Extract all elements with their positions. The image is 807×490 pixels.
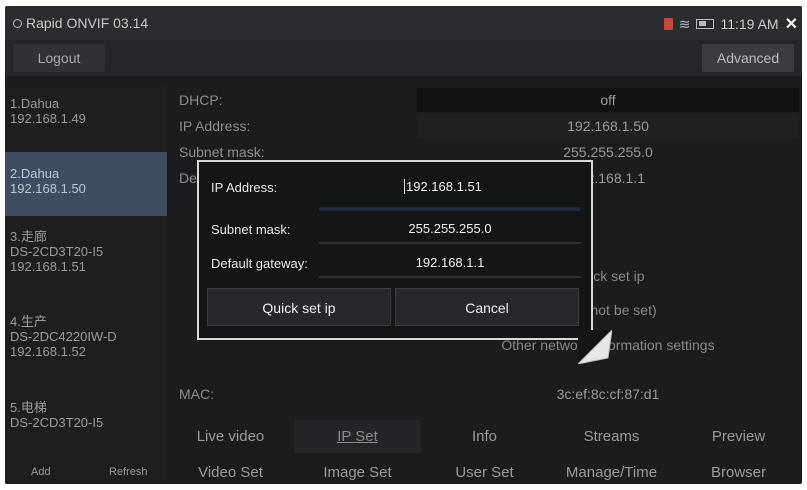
dialog-ip-input[interactable]: 192.168.1.51 [404,179,662,194]
status-bar: Rapid ONVIF 03.14 ≋ 11:19 AM ✕ [5,6,802,40]
device-ip: 192.168.1.52 [10,344,86,359]
dhcp-row: DHCP: off [167,88,802,112]
subnet-label: Subnet mask: [179,144,265,160]
device-item-5[interactable]: 5.电梯 DS-2CD3T20-I5 [5,400,167,430]
tab-ip-set[interactable]: IP Set [294,420,421,453]
app-logo-icon [13,19,22,28]
advanced-button[interactable]: Advanced [702,44,794,72]
tab-streams[interactable]: Streams [548,420,675,453]
function-tabs: Live video IP Set Info Streams Preview V… [167,414,802,484]
dialog-ip-row: IP Address: 192.168.1.51 [199,170,591,211]
mac-value: 3c:ef:8c:cf:87:d1 [556,386,660,402]
device-name: 5.电梯 [10,400,47,415]
ip-address-value[interactable]: 192.168.1.50 [417,114,799,138]
tab-browser[interactable]: Browser [675,456,802,484]
device-ip: 192.168.1.50 [10,181,86,196]
dialog-quick-set-ip-button[interactable]: Quick set ip [207,288,391,326]
mac-label: MAC: [179,386,214,402]
dialog-gateway-label: Default gateway: [211,256,308,271]
device-model: DS-2DC4220IW-D [10,329,117,344]
top-toolbar: Logout Advanced [5,40,802,76]
sidebar-footer: Add Refresh [5,458,167,484]
device-name: 2.Dahua [10,166,60,181]
mac-row: MAC: 3c:ef:8c:cf:87:d1 [167,382,802,406]
dialog-subnet-row: Subnet mask: 255.255.255.0 [199,212,591,246]
app-title-text: Rapid ONVIF 03.14 [26,15,149,31]
dialog-cancel-button[interactable]: Cancel [395,288,579,326]
app-title: Rapid ONVIF 03.14 [13,15,148,31]
battery-icon [696,19,715,29]
dhcp-label: DHCP: [179,92,223,108]
device-name: 4.生产 [10,314,47,329]
quick-set-ip-dialog: IP Address: 192.168.1.51 Subnet mask: 25… [197,160,593,340]
sim-card-icon [663,18,673,30]
tab-manage-time[interactable]: Manage/Time [548,456,675,484]
device-ip: 192.168.1.49 [10,111,86,126]
ip-address-label: IP Address: [179,118,251,134]
wifi-icon: ≋ [678,15,691,32]
status-indicators: ≋ 11:19 AM ✕ [663,14,798,34]
device-model: DS-2CD3T20-I5 [10,415,104,430]
tab-info[interactable]: Info [421,420,548,453]
device-list: 1.Dahua 192.168.1.49 2.Dahua 192.168.1.5… [5,82,167,484]
tab-user-set[interactable]: User Set [421,456,548,484]
device-model: DS-2CD3T20-I5 [10,244,104,259]
add-device-button[interactable]: Add [31,466,51,478]
dialog-gateway-underline [319,276,581,278]
clock: 11:19 AM [720,16,779,32]
device-item-1[interactable]: 1.Dahua 192.168.1.49 [5,96,167,136]
dialog-ip-field-bar [319,207,581,211]
close-app-icon[interactable]: ✕ [785,14,798,34]
ip-address-row: IP Address: 192.168.1.50 [167,114,802,138]
page-curl-decoration [578,330,612,364]
tab-video-set[interactable]: Video Set [167,456,294,484]
logout-button[interactable]: Logout [13,44,105,72]
device-item-2[interactable]: 2.Dahua 192.168.1.50 [5,152,167,216]
dialog-ip-label: IP Address: [211,180,278,195]
dialog-subnet-underline [319,242,581,244]
dhcp-value[interactable]: off [417,88,799,112]
dialog-subnet-input[interactable]: 255.255.255.0 [321,221,579,236]
tab-image-set[interactable]: Image Set [294,456,421,484]
tab-live-video[interactable]: Live video [167,420,294,453]
device-item-3[interactable]: 3.走廊 DS-2CD3T20-I5 192.168.1.51 [5,229,167,289]
tab-preview[interactable]: Preview [675,420,802,453]
dialog-gateway-row: Default gateway: 192.168.1.1 [199,246,591,280]
refresh-button[interactable]: Refresh [109,466,148,478]
device-item-4[interactable]: 4.生产 DS-2DC4220IW-D 192.168.1.52 [5,314,167,374]
device-name: 1.Dahua [10,96,60,111]
dialog-gateway-input[interactable]: 192.168.1.1 [321,255,579,270]
dialog-subnet-label: Subnet mask: [211,222,291,237]
device-name: 3.走廊 [10,229,47,244]
device-ip: 192.168.1.51 [10,259,86,274]
